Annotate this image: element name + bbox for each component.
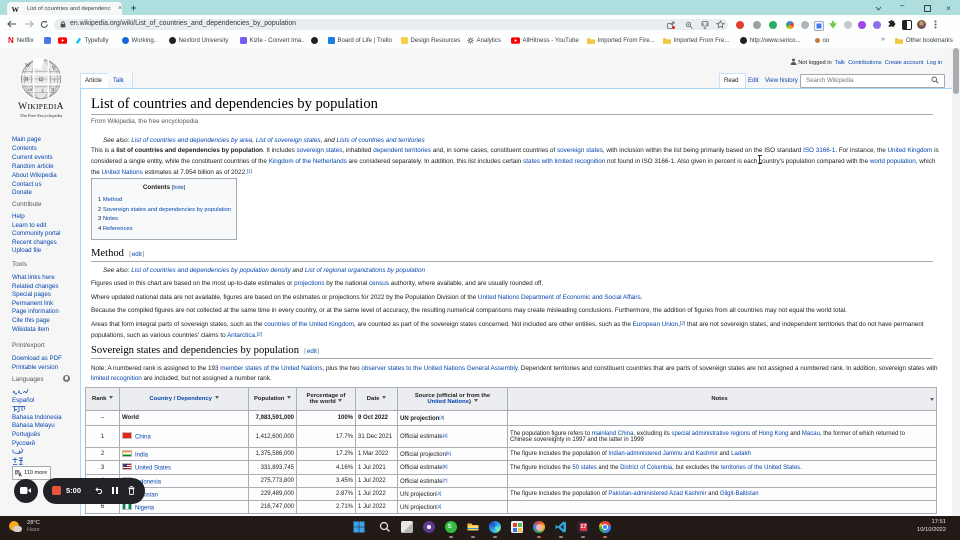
svg-text:Ω: Ω: [39, 77, 44, 83]
svg-text:Я: Я: [24, 77, 28, 83]
svg-text:р: р: [51, 87, 54, 93]
svg-text:Υ: Υ: [52, 66, 57, 72]
svg-text:W: W: [25, 63, 31, 69]
svg-text:ω: ω: [28, 87, 32, 93]
